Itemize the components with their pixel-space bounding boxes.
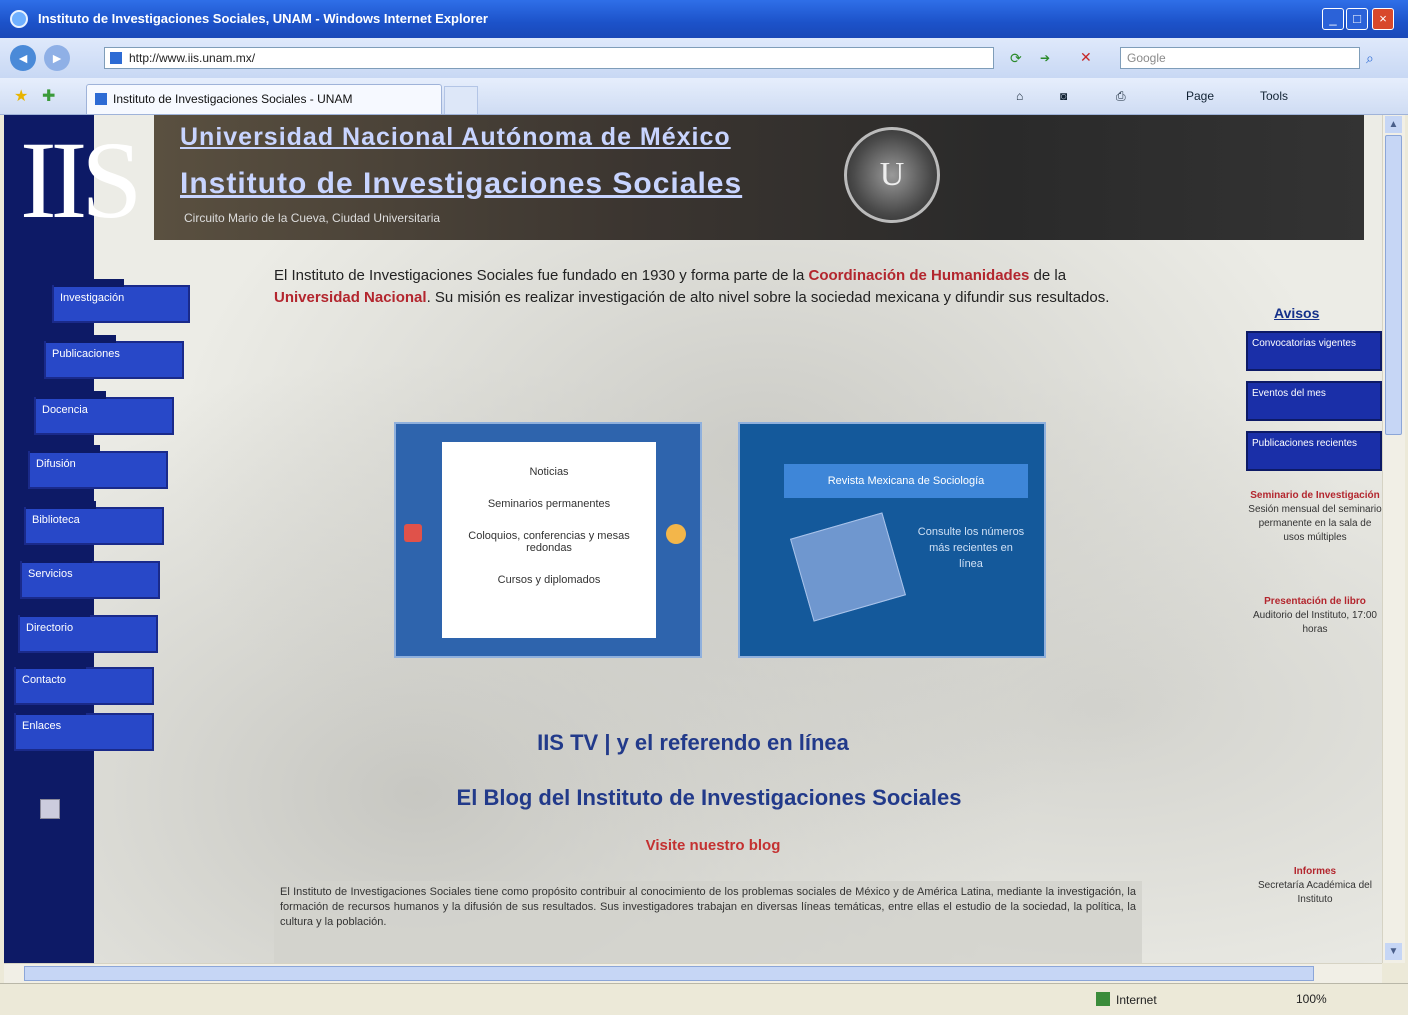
window-title: Instituto de Investigaciones Sociales, U… (38, 11, 488, 26)
intro-link-2[interactable]: Universidad Nacional (274, 289, 427, 306)
events-line-3[interactable]: Coloquios, conferencias y mesas redondas (452, 530, 646, 554)
print-icon[interactable]: ⎙ (1116, 89, 1126, 104)
pin-icon (404, 524, 422, 542)
right-button-1[interactable]: Convocatorias vigentes (1246, 331, 1382, 371)
tab-bar: ★ ✚ Instituto de Investigaciones Sociale… (0, 78, 1408, 115)
tv-link[interactable]: IIS TV | y el referendo en línea (4, 730, 1382, 756)
sidebar-item-5[interactable]: Biblioteca (24, 501, 164, 545)
scroll-up-icon[interactable]: ▲ (1385, 116, 1402, 133)
unam-seal-icon: U (844, 127, 940, 223)
journal-text: Consulte los números más recientes en lí… (917, 526, 1025, 570)
address-toolbar: ◄ ► http://www.iis.unam.mx/ ⟳ ➔ ✕ Google… (0, 38, 1408, 79)
refresh-icon[interactable]: ⟳ (1010, 50, 1026, 66)
vertical-scrollbar[interactable]: ▲ ▼ (1382, 115, 1405, 963)
notice-3-body: Secretaría Académica del Instituto (1258, 880, 1372, 905)
sidebar-item-7[interactable]: Directorio (18, 609, 158, 653)
favorites-star-icon[interactable]: ★ (14, 86, 28, 106)
visit-blog-link[interactable]: Visite nuestro blog (4, 837, 1382, 854)
journal-title[interactable]: Revista Mexicana de Sociología (784, 464, 1028, 498)
notice-2-title[interactable]: Presentación de libro (1248, 595, 1382, 609)
home-icon[interactable]: ⌂ (1016, 89, 1023, 103)
page-favicon-icon (110, 52, 122, 64)
banner-line-2[interactable]: Instituto de Investigaciones Sociales (180, 167, 742, 201)
maximize-button[interactable]: □ (1346, 8, 1368, 30)
close-button[interactable]: × (1372, 8, 1394, 30)
page-content: IIS Universidad Nacional Autónoma de Méx… (4, 115, 1382, 963)
forward-button[interactable]: ► (44, 45, 70, 71)
site-logo[interactable]: IIS (20, 125, 142, 235)
sidebar-item-4[interactable]: Difusión (28, 445, 168, 489)
right-column: Avisos Convocatorias vigentes Eventos de… (1234, 305, 1382, 963)
new-tab-button[interactable] (444, 86, 478, 114)
tab-label: Instituto de Investigaciones Sociales - … (113, 92, 353, 106)
minimize-button[interactable]: _ (1322, 8, 1344, 30)
back-button[interactable]: ◄ (10, 45, 36, 71)
add-favorites-icon[interactable]: ✚ (42, 86, 55, 106)
feeds-icon[interactable]: ◙ (1060, 89, 1067, 103)
notice-3-title[interactable]: Informes (1248, 865, 1382, 879)
search-input[interactable]: Google (1120, 47, 1360, 69)
blog-link[interactable]: El Blog del Instituto de Investigaciones… (4, 785, 1382, 811)
security-zone: Internet (1096, 992, 1157, 1007)
right-button-3[interactable]: Publicaciones recientes (1246, 431, 1382, 471)
horizontal-scrollbar[interactable] (4, 963, 1382, 984)
banner-line-1[interactable]: Universidad Nacional Autónoma de México (180, 123, 731, 152)
sidebar-item-2[interactable]: Publicaciones (44, 335, 184, 379)
notice-3: Informes Secretaría Académica del Instit… (1248, 865, 1382, 907)
scroll-down-icon[interactable]: ▼ (1385, 943, 1402, 960)
banner-subtitle: Circuito Mario de la Cueva, Ciudad Unive… (184, 211, 441, 225)
notice-1-title[interactable]: Seminario de Investigación (1248, 489, 1382, 503)
tools-menu[interactable]: Tools (1260, 89, 1288, 103)
journal-panel[interactable]: Revista Mexicana de Sociología Consulte … (738, 422, 1046, 658)
horizontal-scroll-thumb[interactable] (24, 966, 1314, 981)
page-menu[interactable]: Page (1186, 89, 1214, 103)
tab-current[interactable]: Instituto de Investigaciones Sociales - … (86, 84, 442, 114)
notice-2: Presentación de libro Auditorio del Inst… (1248, 595, 1382, 637)
browser-window: Instituto de Investigaciones Sociales, U… (0, 0, 1408, 1015)
status-bar: Internet 100% (0, 983, 1408, 1015)
journal-cover-icon (790, 512, 906, 622)
right-button-2[interactable]: Eventos del mes (1246, 381, 1382, 421)
notice-1-body: Sesión mensual del seminario permanente … (1248, 504, 1382, 543)
sidebar-item-8[interactable]: Contacto (14, 661, 154, 705)
ie-logo-icon (10, 10, 28, 28)
vertical-scroll-thumb[interactable] (1385, 135, 1402, 435)
events-line-2[interactable]: Seminarios permanentes (452, 498, 646, 510)
events-paper: Noticias Seminarios permanentes Coloquio… (442, 442, 656, 638)
intro-link-1[interactable]: Coordinación de Humanidades (809, 267, 1030, 284)
go-button[interactable]: ➔ (1040, 48, 1070, 68)
description-text: El Instituto de Investigaciones Sociales… (274, 881, 1142, 963)
zoom-level[interactable]: 100% (1296, 992, 1327, 1006)
pushpin-icon (666, 524, 686, 544)
notices-heading[interactable]: Avisos (1274, 305, 1319, 321)
sidebar-item-1[interactable]: Investigación (52, 279, 190, 323)
sidebar-item-6[interactable]: Servicios (20, 555, 160, 599)
intro-text: El Instituto de Investigaciones Sociales… (274, 267, 1110, 306)
notice-2-body: Auditorio del Instituto, 17:00 horas (1253, 610, 1377, 635)
title-bar: Instituto de Investigaciones Sociales, U… (0, 0, 1408, 38)
events-line-4[interactable]: Cursos y diplomados (452, 574, 646, 586)
sidebar-item-3[interactable]: Docencia (34, 391, 174, 435)
events-panel[interactable]: Noticias Seminarios permanentes Coloquio… (394, 422, 702, 658)
address-text: http://www.iis.unam.mx/ (129, 51, 256, 65)
notice-1: Seminario de Investigación Sesión mensua… (1248, 489, 1382, 545)
tab-favicon-icon (95, 93, 107, 105)
stop-icon[interactable]: ✕ (1080, 49, 1096, 65)
address-input[interactable]: http://www.iis.unam.mx/ (104, 47, 994, 69)
search-icon[interactable]: ⌕ (1366, 48, 1386, 68)
header-banner: Universidad Nacional Autónoma de México … (154, 115, 1364, 240)
events-line-1[interactable]: Noticias (452, 466, 646, 478)
